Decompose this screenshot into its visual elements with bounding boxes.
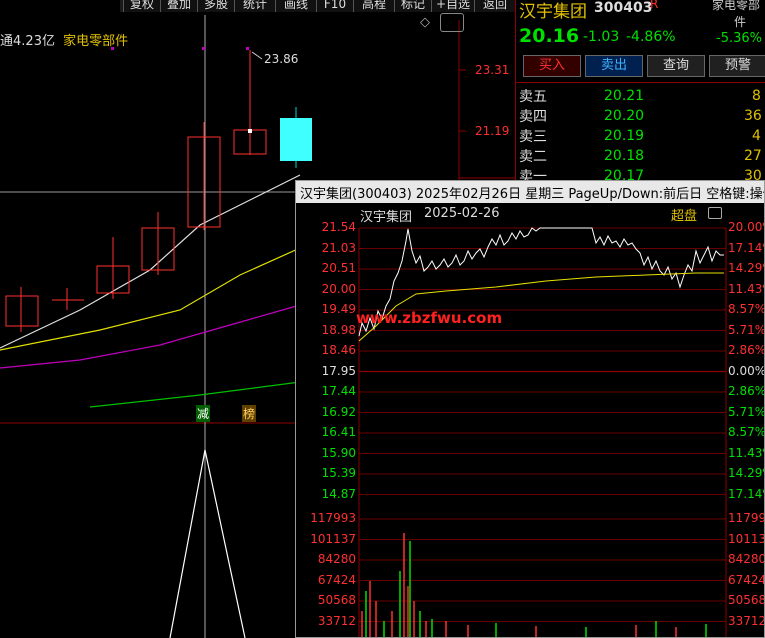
pct-tick: 11.43% (728, 281, 764, 296)
price-tick: 17.95 (321, 363, 356, 378)
vol-tick: 117993 (310, 511, 356, 525)
ask-label: 卖三 (519, 129, 547, 145)
price-tick: 18.46 (321, 343, 356, 357)
ask-row[interactable]: 卖四 20.20 36 (519, 106, 765, 126)
vol-tick-right: 84280 (728, 552, 765, 566)
pct-tick: 8.57% (728, 302, 765, 316)
ask-price: 20.20 (604, 108, 645, 124)
intraday-chart[interactable] (296, 181, 765, 638)
vol-tick: 101137 (310, 531, 356, 546)
price-tick: 16.41 (321, 425, 356, 439)
ask-vol: 36 (744, 108, 762, 124)
pct-tick: 2.86% (728, 384, 765, 398)
ask-row[interactable]: 卖五 20.21 8 (519, 86, 765, 106)
price-tick: 21.03 (321, 240, 356, 255)
stock-name: 汉宇集团 (519, 2, 587, 22)
float-cap: 4.23亿 (13, 34, 55, 49)
r-flag: R (650, 0, 659, 11)
info-prefix: 通 (0, 34, 14, 49)
sector-suffix: 件 (734, 15, 747, 29)
ask-row[interactable]: 卖三 20.19 4 (519, 126, 765, 146)
price-tick: 21.19 (475, 124, 510, 138)
pct-tick: 0.00% (728, 363, 765, 378)
vol-tick-right: 50568 (728, 593, 765, 607)
pct-tick: 8.57% (728, 425, 765, 439)
sector-name[interactable]: 家电零部 (712, 0, 760, 13)
pct-tick: 5.71% (728, 322, 765, 337)
price-tick: 20.00 (321, 281, 356, 296)
price-tick: 20.51 (321, 261, 356, 275)
vol-tick-right: 67424 (728, 572, 765, 587)
ask-row[interactable]: 卖二 20.18 27 (519, 146, 765, 166)
sector-change: -5.36% (716, 31, 762, 46)
vol-tick: 33712 (317, 613, 356, 628)
price-tick: 21.54 (321, 220, 356, 234)
pct-tick: 5.71% (728, 404, 765, 419)
pct-axis: 20.00% 17.14% 14.29% 11.43% 8.57% 5.71% 2.86% 0… (726, 181, 765, 637)
diamond-icon[interactable]: ◇ (420, 15, 430, 30)
price-tick: 16.92 (321, 404, 356, 419)
sector-label: 家电零部件 (63, 34, 129, 49)
buy-button[interactable]: 买入 (523, 55, 581, 77)
price-change: -1.03 (583, 29, 620, 45)
kline-info: 通4.23亿 家电零部件 (0, 30, 128, 49)
ask-price: 20.21 (604, 88, 645, 104)
vol-tick-right: 117993 (728, 511, 764, 525)
price-change-pct: -4.86% (626, 29, 676, 45)
vol-tick-right: 101137 (728, 531, 764, 546)
price-tick: 19.49 (321, 302, 356, 316)
intraday-popup[interactable]: 汉宇集团(300403) 2025年02月26日 星期三 PageUp/Down… (295, 180, 765, 638)
vol-tick: 50568 (317, 593, 356, 607)
last-price: 20.16 (519, 25, 580, 47)
ask-label: 卖二 (519, 149, 547, 165)
price-tick: 15.90 (321, 445, 356, 460)
pct-tick: 11.43% (728, 445, 764, 460)
stock-code: 300403 (594, 0, 653, 16)
pct-tick: 17.14% (728, 240, 764, 255)
price-axis: 21.54 21.03 20.51 20.00 19.49 18.98 18.46 17.95… (296, 181, 356, 637)
query-button[interactable]: 查询 (647, 55, 705, 77)
ask-vol: 4 (752, 128, 761, 144)
pct-tick: 17.14% (728, 486, 764, 501)
price-tick: 18.98 (321, 322, 356, 337)
tag-jian[interactable]: 减 (196, 405, 211, 422)
window-icon[interactable] (440, 13, 464, 32)
high-price-label: 23.86 (264, 52, 299, 66)
ask-price: 20.18 (604, 148, 645, 164)
pct-tick: 14.29% (728, 466, 764, 480)
vol-tick: 67424 (317, 572, 356, 587)
ask-label: 卖五 (519, 89, 547, 105)
vol-tick: 84280 (317, 552, 356, 566)
pct-tick: 20.00% (728, 220, 764, 234)
quote-panel: 汉宇集团 300403 R 家电零部 件 -5.36% 20.16 -1.03 … (515, 0, 765, 185)
ask-price: 20.19 (604, 128, 645, 144)
alert-button[interactable]: 预警 (709, 55, 765, 77)
ask-label: 卖四 (519, 109, 547, 125)
watermark: www.zbzfwu.com (356, 309, 503, 327)
pct-tick: 14.29% (728, 261, 764, 275)
ask-list: 卖五 20.21 8 卖四 20.20 36 卖三 20.19 4 卖二 20.18 27 卖一… (519, 86, 765, 186)
ask-vol: 27 (744, 148, 762, 164)
vol-tick-right: 33712 (728, 613, 765, 628)
price-tick: 17.44 (321, 384, 356, 398)
sell-button[interactable]: 卖出 (585, 55, 643, 77)
ask-vol: 8 (752, 88, 761, 104)
price-tick: 23.31 (475, 63, 510, 77)
price-tick: 15.39 (321, 466, 356, 480)
price-tick: 14.87 (321, 486, 356, 501)
tag-bang[interactable]: 榜 (242, 405, 257, 422)
pct-tick: 2.86% (728, 343, 765, 357)
